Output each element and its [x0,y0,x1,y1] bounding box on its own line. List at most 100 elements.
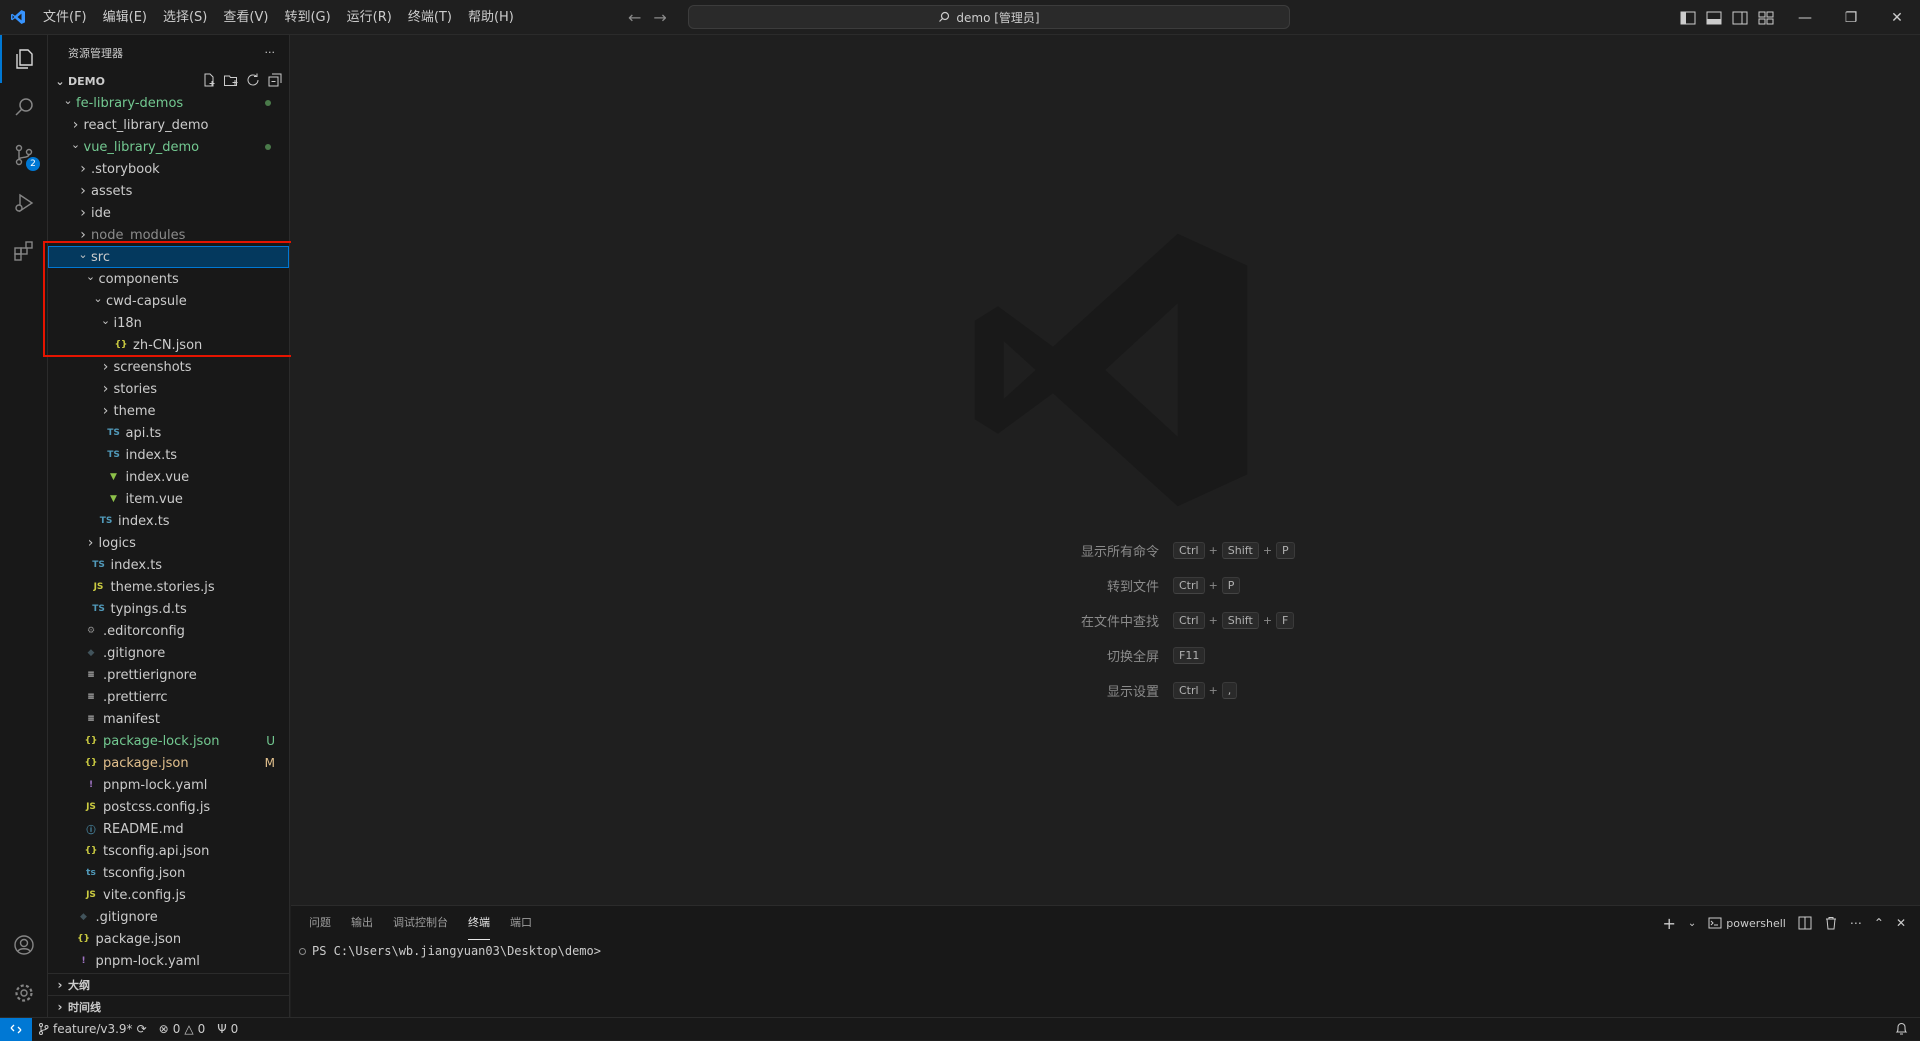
tree-folder[interactable]: › .storybook [48,158,289,180]
ports-status[interactable]: Ψ 0 [211,1022,244,1036]
branch-status[interactable]: feature/v3.9* ⟳ [32,1022,153,1036]
close-panel-icon[interactable]: ✕ [1896,916,1906,930]
tree-file[interactable]: JS theme.stories.js [48,576,289,598]
tree-folder[interactable]: ⌄ cwd-capsule [48,290,289,312]
tree-file[interactable]: ! pnpm-lock.yaml [48,774,289,796]
manage-gear-icon[interactable] [0,969,48,1017]
split-terminal-icon[interactable] [1798,916,1812,930]
back-arrow-icon[interactable]: ← [628,8,641,27]
menu-item[interactable]: 查看(V) [215,0,276,35]
sync-icon[interactable]: ⟳ [137,1022,147,1036]
outline-section[interactable]: › 大纲 [48,973,289,995]
keybinding-key: Ctrl [1173,612,1205,629]
maximize-panel-icon[interactable]: ⌃ [1874,916,1884,930]
new-terminal-icon[interactable]: + [1662,914,1675,933]
tree-folder[interactable]: ⌄ fe-library-demos [48,92,289,114]
tree-folder[interactable]: › node_modules [48,224,289,246]
forward-arrow-icon[interactable]: → [653,8,666,27]
new-file-icon[interactable] [201,72,217,88]
keybinding-key: Ctrl [1173,542,1205,559]
tree-file[interactable]: ◆ .gitignore [48,642,289,664]
problems-status[interactable]: ⊗ 0 △ 0 [153,1022,212,1036]
tree-file[interactable]: TS index.ts [48,510,289,532]
tree-file[interactable]: TS typings.d.ts [48,598,289,620]
menu-item[interactable]: 运行(R) [339,0,400,35]
chevron-down-icon[interactable]: ⌄ [1688,918,1696,929]
menu-item[interactable]: 文件(F) [35,0,95,35]
panel-tab[interactable]: 调试控制台 [393,906,448,940]
menu-item[interactable]: 选择(S) [155,0,215,35]
tree-file[interactable]: JS postcss.config.js [48,796,289,818]
tree-folder[interactable]: › screenshots [48,356,289,378]
tree-folder[interactable]: › stories [48,378,289,400]
timeline-section[interactable]: › 时间线 [48,995,289,1017]
tree-file[interactable]: ◆ .gitignore [48,906,289,928]
tree-folder[interactable]: › assets [48,180,289,202]
source-control-icon[interactable]: 2 [0,131,48,179]
customize-layout-icon[interactable] [1758,11,1774,25]
panel-tab[interactable]: 终端 [468,906,490,940]
remote-icon[interactable] [0,1017,32,1041]
command-center[interactable]: demo [管理员] [688,5,1290,29]
window-controls: — ❐ ✕ [1782,0,1920,35]
terminal-shell-selector[interactable]: powershell [1708,916,1786,930]
tree-file[interactable]: {} tsconfig.api.json [48,840,289,862]
restore-button[interactable]: ❐ [1828,0,1874,35]
tree-file[interactable]: TS index.ts [48,554,289,576]
tree-file[interactable]: ≡ .prettierrc [48,686,289,708]
chevron-right-icon: › [80,205,86,221]
tree-folder[interactable]: ⌄ i18n [48,312,289,334]
tree-folder[interactable]: ⌄ components [48,268,289,290]
toggle-secondary-sidebar-icon[interactable] [1732,11,1748,25]
tree-file[interactable]: ⚙ .editorconfig [48,620,289,642]
notifications-bell-icon[interactable] [1895,1022,1908,1039]
tree-folder[interactable]: ⌄ vue_library_demo [48,136,289,158]
explorer-header: 资源管理器 ··· [48,35,289,70]
tree-file[interactable]: ▼ item.vue [48,488,289,510]
tree-folder[interactable]: › theme [48,400,289,422]
search-icon[interactable] [0,83,48,131]
terminal-content[interactable]: PS C:\Users\wb.jiangyuan03\Desktop\demo> [291,940,1920,958]
more-actions-icon[interactable]: ⋯ [1850,916,1862,930]
tree-file[interactable]: {} package.json [48,928,289,950]
menu-item[interactable]: 编辑(E) [95,0,155,35]
menu-item[interactable]: 终端(T) [400,0,460,35]
tree-file[interactable]: ≡ manifest [48,708,289,730]
extensions-icon[interactable] [0,227,48,275]
tree-file[interactable]: {} zh-CN.json [48,334,289,356]
panel-tab[interactable]: 输出 [351,906,373,940]
tree-file[interactable]: ! pnpm-lock.yaml [48,950,289,972]
tree-folder[interactable]: › ide [48,202,289,224]
tree-folder[interactable]: › logics [48,532,289,554]
run-debug-icon[interactable] [0,179,48,227]
tree-file[interactable]: TS index.ts [48,444,289,466]
explorer-icon[interactable] [0,35,48,83]
trash-icon[interactable] [1824,916,1838,930]
tree-file[interactable]: JS vite.config.js [48,884,289,906]
more-actions-icon[interactable]: ··· [265,46,276,59]
new-folder-icon[interactable] [223,72,239,88]
menu-item[interactable]: 转到(G) [276,0,338,35]
panel-tab[interactable]: 问题 [309,906,331,940]
tree-file[interactable]: {} package-lock.json U [48,730,289,752]
toggle-primary-sidebar-icon[interactable] [1680,11,1696,25]
toggle-panel-icon[interactable] [1706,11,1722,25]
close-button[interactable]: ✕ [1874,0,1920,35]
tree-folder[interactable]: ⌄ src [48,246,289,268]
refresh-icon[interactable] [245,72,261,88]
tree-file[interactable]: ⓘ README.md [48,818,289,840]
tree-file[interactable]: {} package.json M [48,752,289,774]
tree-file[interactable]: ts tsconfig.json [48,862,289,884]
accounts-icon[interactable] [0,921,48,969]
tree-file[interactable]: ≡ .prettierignore [48,664,289,686]
collapse-all-icon[interactable] [267,72,283,88]
panel-tab[interactable]: 端口 [510,906,532,940]
minimize-button[interactable]: — [1782,0,1828,35]
workspace-root-header[interactable]: ⌄ DEMO [48,70,289,92]
menu-item[interactable]: 帮助(H) [460,0,522,35]
tree-file[interactable]: TS api.ts [48,422,289,444]
tree-file[interactable]: ▼ index.vue [48,466,289,488]
tree-item-label: README.md [103,821,184,837]
tree-folder[interactable]: › react_library_demo [48,114,289,136]
terminal-icon [1708,917,1722,929]
